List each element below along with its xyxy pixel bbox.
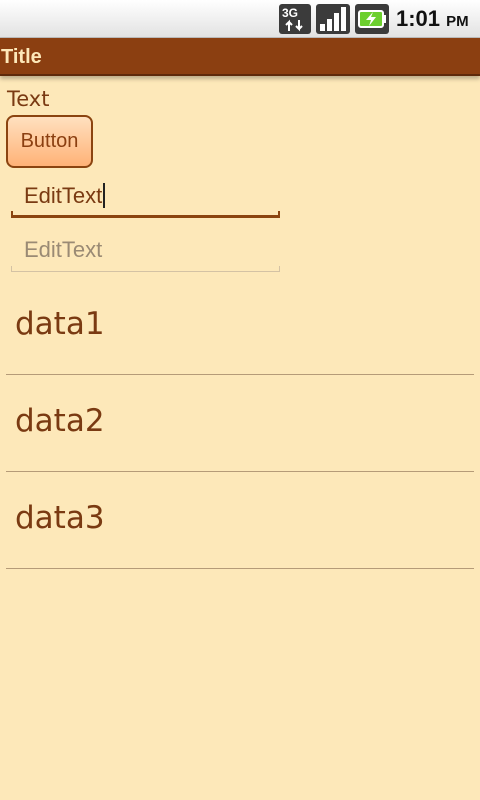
edit-text-field-focused[interactable]: EditText <box>11 178 280 218</box>
svg-text:3G: 3G <box>282 6 298 20</box>
edit-text-tick-left <box>11 211 13 218</box>
edit-text-value: EditText <box>24 183 106 209</box>
main-button[interactable]: Button <box>6 115 93 168</box>
3g-data-icon: 3G <box>279 4 311 34</box>
status-clock: 1:01 PM <box>396 6 469 32</box>
edit-text-placeholder: EditText <box>24 237 103 262</box>
list-item-label: data1 <box>15 306 105 342</box>
title-bar: Title <box>0 38 480 76</box>
list-item-label: data3 <box>15 500 105 536</box>
edit-text-field[interactable]: EditText <box>11 232 280 272</box>
edit-text-value-text: EditText <box>24 183 103 208</box>
list-item[interactable]: data2 <box>0 375 480 472</box>
edit-text-tick-right <box>278 211 280 218</box>
edit-text-tick-right <box>279 266 280 272</box>
app-title: Title <box>1 46 42 68</box>
list-item-label: data2 <box>15 403 105 439</box>
data-list: data1 data2 data3 <box>0 278 480 569</box>
text-label: Text <box>7 87 50 111</box>
edit-text-underline <box>11 215 280 218</box>
signal-strength-icon <box>316 4 350 34</box>
edit-text-underline <box>11 271 280 272</box>
text-cursor <box>103 183 106 208</box>
clock-ampm: PM <box>446 13 469 30</box>
edit-text-tick-left <box>11 266 12 272</box>
status-bar: 3G 1:01 PM <box>0 0 480 38</box>
battery-charging-icon <box>355 4 389 34</box>
clock-time: 1:01 <box>396 6 441 31</box>
list-divider <box>6 568 474 569</box>
list-item[interactable]: data1 <box>0 278 480 375</box>
list-item[interactable]: data3 <box>0 472 480 569</box>
